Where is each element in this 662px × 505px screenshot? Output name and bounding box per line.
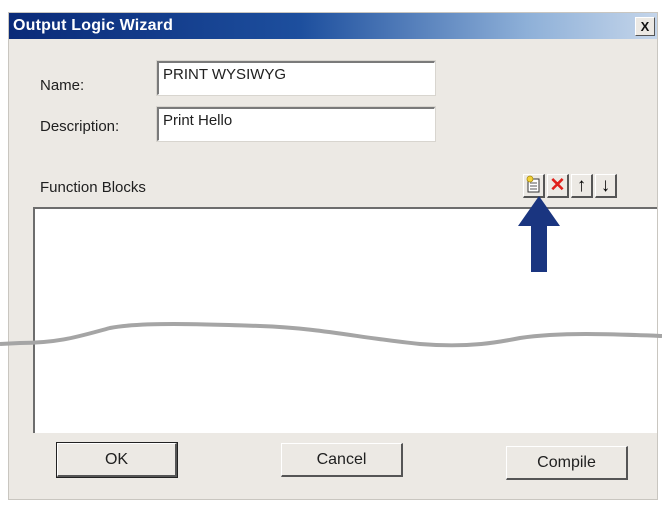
torn-break-line <box>0 322 662 348</box>
annotation-overlay <box>0 196 662 348</box>
pointer-arrow-icon <box>518 196 560 272</box>
